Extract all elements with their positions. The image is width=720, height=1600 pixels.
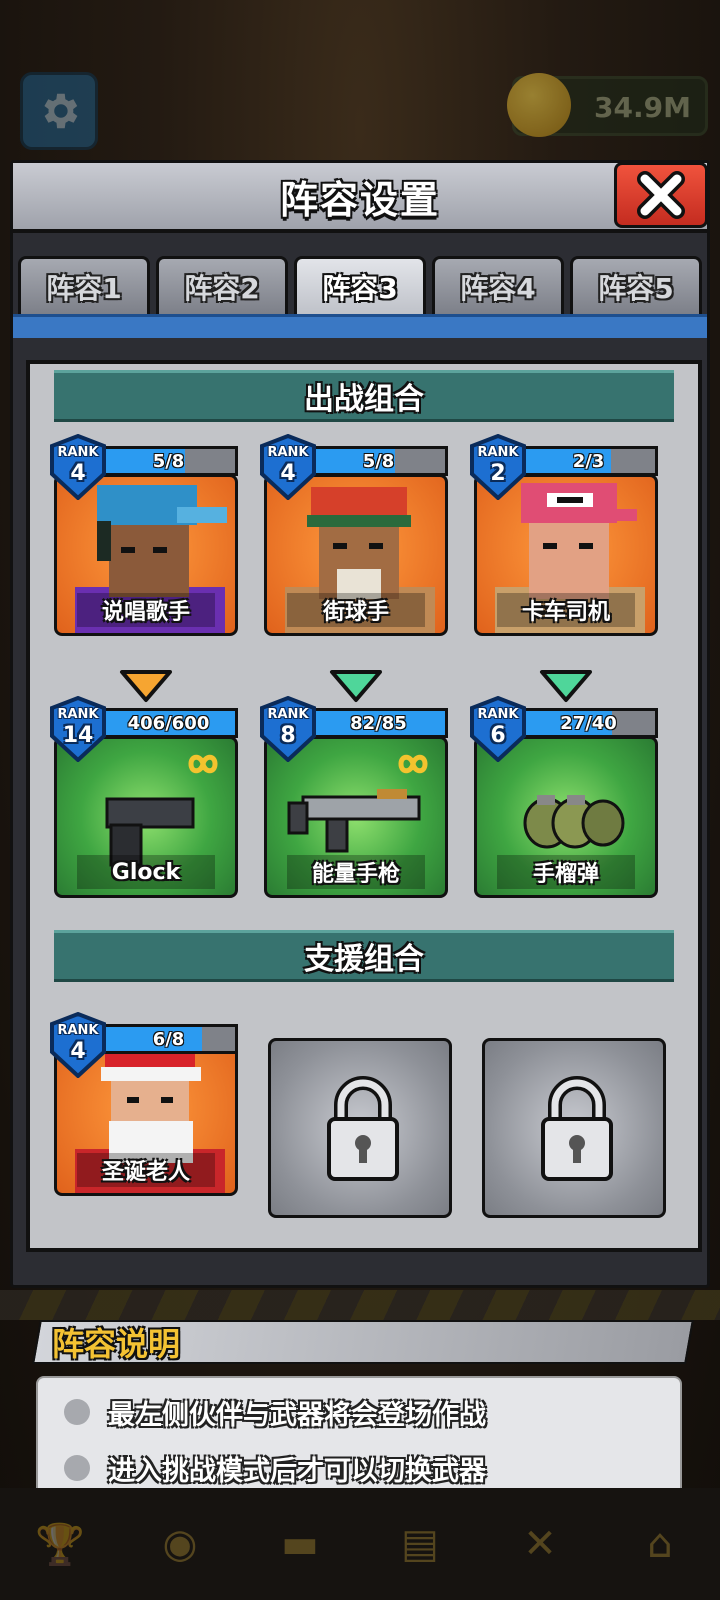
hero-name: 说唱歌手 bbox=[77, 593, 215, 627]
info-line: 最左侧伙伴与武器将会登场作战 bbox=[64, 1392, 486, 1432]
team-icon[interactable]: ◉ bbox=[148, 1512, 212, 1576]
hero-name: 圣诞老人 bbox=[77, 1153, 215, 1187]
weapon-progress-bar: 406/600 bbox=[102, 708, 238, 738]
currency-display: 34.9M bbox=[507, 73, 708, 137]
rank-value: 6 bbox=[490, 723, 506, 748]
rank-label: RANK bbox=[57, 1023, 99, 1038]
modal-title: 阵容设置 bbox=[279, 177, 440, 222]
tab-lineup-4[interactable]: 阵容4 bbox=[432, 256, 564, 314]
rank-value: 4 bbox=[70, 1039, 86, 1064]
progress-text: 5/8 bbox=[362, 450, 395, 472]
bullet bbox=[64, 1455, 90, 1481]
info-box: 最左侧伙伴与武器将会登场作战 进入挑战模式后才可以切换武器 bbox=[36, 1376, 682, 1500]
progress-text: 27/40 bbox=[560, 712, 617, 734]
hero-name: 卡车司机 bbox=[497, 593, 635, 627]
weapon-progress-bar: 82/85 bbox=[312, 708, 448, 738]
tab-lineup-5[interactable]: 阵容5 bbox=[570, 256, 702, 314]
rank-label: RANK bbox=[267, 707, 309, 722]
info-line: 进入挑战模式后才可以切换武器 bbox=[64, 1448, 486, 1488]
rank-badge: RANK 4 bbox=[50, 1012, 106, 1078]
lineup-tabs: 阵容1 阵容2 阵容3 阵容4 阵容5 bbox=[18, 256, 702, 314]
locked-support-slot[interactable] bbox=[268, 1038, 452, 1218]
arrow-down-icon bbox=[540, 670, 592, 702]
info-title: 阵容说明 bbox=[52, 1325, 181, 1363]
hero-progress-bar: 6/8 bbox=[102, 1024, 238, 1054]
hero-progress-bar: 2/3 bbox=[522, 446, 658, 476]
rank-value: 4 bbox=[70, 461, 86, 486]
rank-label: RANK bbox=[477, 445, 519, 460]
rank-label: RANK bbox=[267, 445, 309, 460]
arrow-down-icon bbox=[120, 670, 172, 702]
hero-progress-bar: 5/8 bbox=[102, 446, 238, 476]
weapon-name: 能量手枪 bbox=[287, 855, 425, 889]
progress-text: 5/8 bbox=[152, 450, 185, 472]
locked-support-slot[interactable] bbox=[482, 1038, 666, 1218]
bullet bbox=[64, 1399, 90, 1425]
gear-icon bbox=[44, 93, 78, 129]
weapon-progress-bar: 27/40 bbox=[522, 708, 658, 738]
weapon-name: Glock bbox=[77, 855, 215, 889]
tabs-underline bbox=[13, 314, 707, 338]
rank-label: RANK bbox=[57, 445, 99, 460]
arrow-down-icon bbox=[330, 670, 382, 702]
lock-icon bbox=[541, 1076, 613, 1181]
battle-section-title: 出战组合 bbox=[54, 370, 674, 422]
coin-icon bbox=[507, 73, 571, 137]
currency-value: 34.9M bbox=[594, 91, 691, 124]
rank-badge: RANK 8 bbox=[260, 696, 316, 762]
rank-value: 2 bbox=[490, 461, 506, 486]
swords-icon[interactable]: ✕ bbox=[508, 1512, 572, 1576]
trophy-icon[interactable]: 🏆 bbox=[28, 1512, 92, 1576]
hero-name: 街球手 bbox=[287, 593, 425, 627]
rank-badge: RANK 4 bbox=[260, 434, 316, 500]
progress-text: 82/85 bbox=[350, 712, 407, 734]
bottom-nav: 🏆 ◉ ▬ ▤ ✕ ⌂ bbox=[0, 1488, 720, 1600]
progress-text: 406/600 bbox=[127, 712, 210, 734]
weapon-name: 手榴弹 bbox=[497, 855, 635, 889]
rank-badge: RANK 2 bbox=[470, 434, 526, 500]
close-icon bbox=[637, 171, 685, 219]
tab-lineup-2[interactable]: 阵容2 bbox=[156, 256, 288, 314]
lock-icon bbox=[327, 1076, 399, 1181]
rank-value: 14 bbox=[62, 723, 94, 748]
rank-badge: RANK 14 bbox=[50, 696, 106, 762]
rank-badge: RANK 6 bbox=[470, 696, 526, 762]
book-icon[interactable]: ▤ bbox=[388, 1512, 452, 1576]
tab-lineup-3[interactable]: 阵容3 bbox=[294, 256, 426, 314]
support-section-title: 支援组合 bbox=[54, 930, 674, 982]
gun-icon[interactable]: ▬ bbox=[268, 1512, 332, 1576]
info-text: 进入挑战模式后才可以切换武器 bbox=[108, 1455, 486, 1487]
rank-badge: RANK 4 bbox=[50, 434, 106, 500]
modal-header: 阵容设置 bbox=[13, 163, 707, 233]
shop-icon[interactable]: ⌂ bbox=[628, 1512, 692, 1576]
progress-text: 6/8 bbox=[152, 1028, 185, 1050]
progress-text: 2/3 bbox=[572, 450, 605, 472]
settings-button[interactable] bbox=[20, 72, 98, 150]
close-button[interactable] bbox=[614, 162, 708, 228]
hazard-stripes bbox=[0, 1290, 720, 1320]
rank-label: RANK bbox=[477, 707, 519, 722]
rank-value: 4 bbox=[280, 461, 296, 486]
info-text: 最左侧伙伴与武器将会登场作战 bbox=[108, 1399, 486, 1431]
tab-lineup-1[interactable]: 阵容1 bbox=[18, 256, 150, 314]
hero-progress-bar: 5/8 bbox=[312, 446, 448, 476]
rank-label: RANK bbox=[57, 707, 99, 722]
rank-value: 8 bbox=[280, 723, 296, 748]
